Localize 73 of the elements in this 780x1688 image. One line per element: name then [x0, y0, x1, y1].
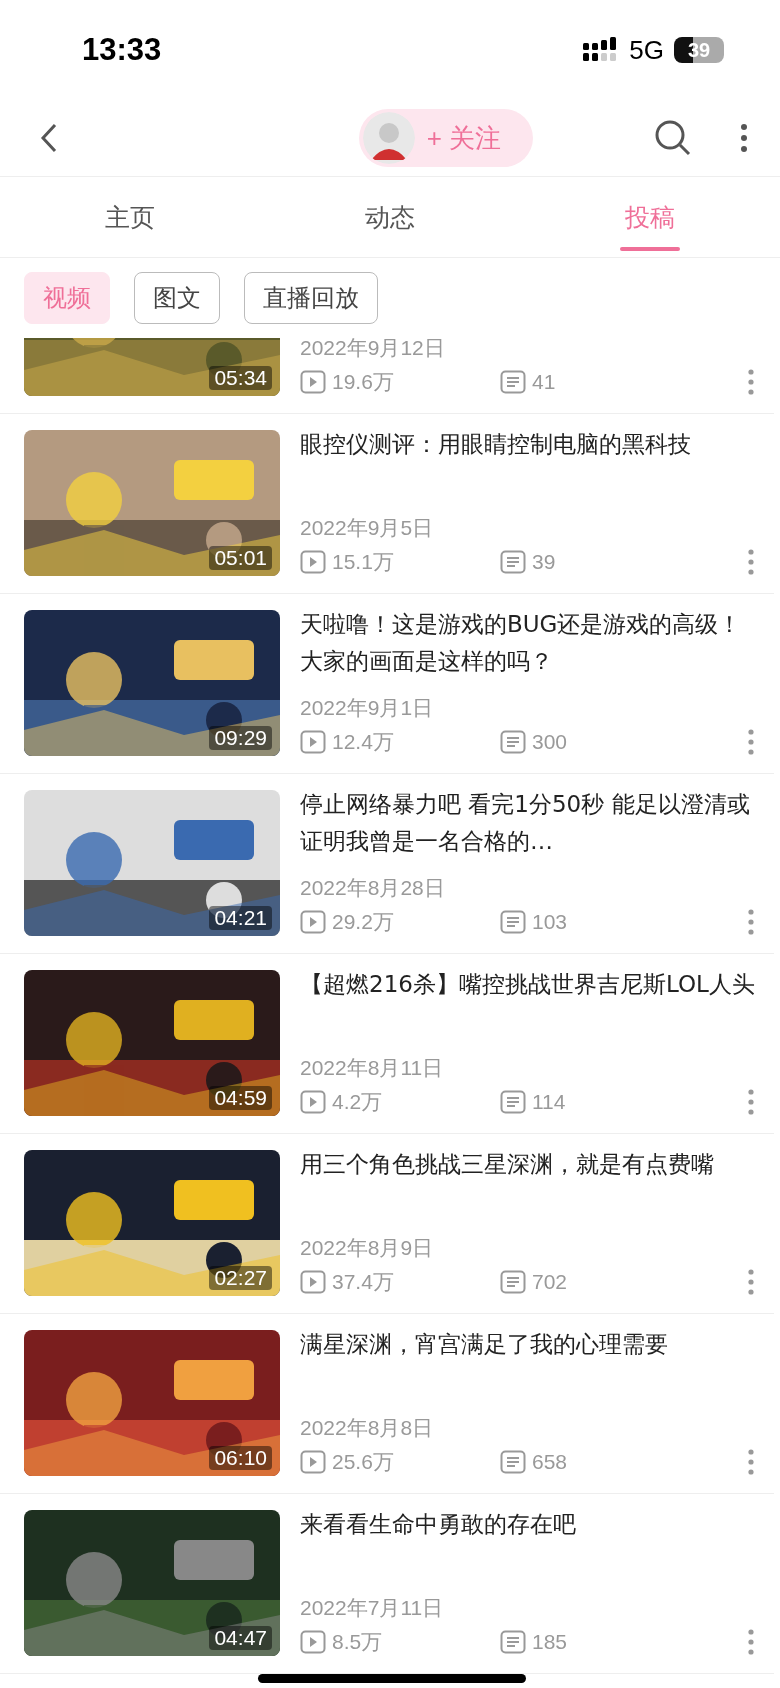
more-icon [748, 549, 754, 575]
video-title[interactable]: 满星深渊，宵宫满足了我的心理需要 [300, 1326, 760, 1363]
filter-chip[interactable]: 图文 [134, 272, 220, 324]
upload-date: 2022年9月1日 [300, 695, 435, 721]
video-title[interactable]: 天啦噜！这是游戏的BUG还是游戏的高级！大家的画面是这样的吗？ [300, 606, 760, 680]
upload-date: 2022年9月5日 [300, 515, 435, 541]
comment-icon [500, 910, 526, 934]
search-icon [654, 119, 692, 157]
more-icon [748, 1629, 754, 1655]
comment-count: 114 [532, 1090, 566, 1114]
upload-date: 2022年8月9日 [300, 1235, 435, 1261]
video-title[interactable]: 【超燃216杀】嘴控挑战世界吉尼斯LOL人头 [300, 966, 760, 1003]
play-count-icon [300, 370, 326, 394]
video-duration: 04:59 [209, 1086, 272, 1110]
comment-count: 185 [532, 1630, 568, 1654]
filter-chip[interactable]: 直播回放 [244, 272, 378, 324]
more-icon [748, 1089, 754, 1115]
view-count: 19.6万 [332, 369, 394, 395]
comment-count: 103 [532, 910, 568, 934]
video-duration: 05:01 [209, 546, 272, 570]
more-icon [748, 369, 754, 395]
network-label: 5G [629, 34, 664, 66]
video-title[interactable]: 停止网络暴力吧 看完1分50秒 能足以澄清或证明我曾是一名合格的… [300, 786, 760, 860]
view-count: 15.1万 [332, 549, 394, 575]
clock-time: 13:33 [82, 32, 163, 68]
avatar-icon [362, 112, 415, 164]
video-duration: 02:27 [209, 1266, 272, 1290]
tab[interactable]: 主页 [0, 177, 260, 257]
upload-date: 2022年7月11日 [300, 1595, 445, 1621]
play-count-icon [300, 730, 326, 754]
video-duration: 04:47 [209, 1626, 272, 1650]
tab[interactable]: 动态 [260, 177, 520, 257]
comment-count: 300 [532, 730, 568, 754]
video-title[interactable]: 眼控仪测评：用眼睛控制电脑的黑科技 [300, 426, 760, 463]
view-count: 37.4万 [332, 1269, 394, 1295]
comment-count: 658 [532, 1450, 568, 1474]
play-count-icon [300, 910, 326, 934]
video-duration: 09:29 [209, 726, 272, 750]
play-count-icon [300, 1270, 326, 1294]
comment-icon [500, 1090, 526, 1114]
comment-icon [500, 550, 526, 574]
more-icon [748, 909, 754, 935]
video-title[interactable]: 用三个角色挑战三星深渊，就是有点费嘴 [300, 1146, 760, 1183]
video-duration: 06:10 [209, 1446, 272, 1470]
video-duration: 04:21 [209, 906, 272, 930]
comment-icon [500, 1270, 526, 1294]
comment-count: 39 [532, 550, 556, 574]
play-count-icon [300, 550, 326, 574]
comment-icon [500, 730, 526, 754]
play-count-icon [300, 1090, 326, 1114]
play-count-icon [300, 1630, 326, 1654]
upload-date: 2022年8月28日 [300, 875, 446, 901]
upload-date: 2022年8月11日 [300, 1055, 445, 1081]
more-icon [748, 729, 754, 755]
play-count-icon [300, 1450, 326, 1474]
more-icon [740, 123, 748, 153]
video-title[interactable]: 来看看生命中勇敢的存在吧 [300, 1506, 760, 1543]
view-count: 29.2万 [332, 909, 394, 935]
back-icon [40, 123, 58, 153]
comment-icon [500, 1630, 526, 1654]
more-icon [748, 1449, 754, 1475]
comment-icon [500, 1450, 526, 1474]
upload-date: 2022年9月12日 [300, 338, 446, 361]
comment-count: 41 [532, 370, 556, 394]
comment-count: 702 [532, 1270, 568, 1294]
view-count: 25.6万 [332, 1449, 394, 1475]
view-count: 4.2万 [332, 1089, 383, 1115]
more-icon [748, 1269, 754, 1295]
video-duration: 05:34 [209, 366, 272, 390]
comment-icon [500, 370, 526, 394]
view-count: 8.5万 [332, 1629, 383, 1655]
upload-date: 2022年8月8日 [300, 1415, 435, 1441]
view-count: 12.4万 [332, 729, 394, 755]
